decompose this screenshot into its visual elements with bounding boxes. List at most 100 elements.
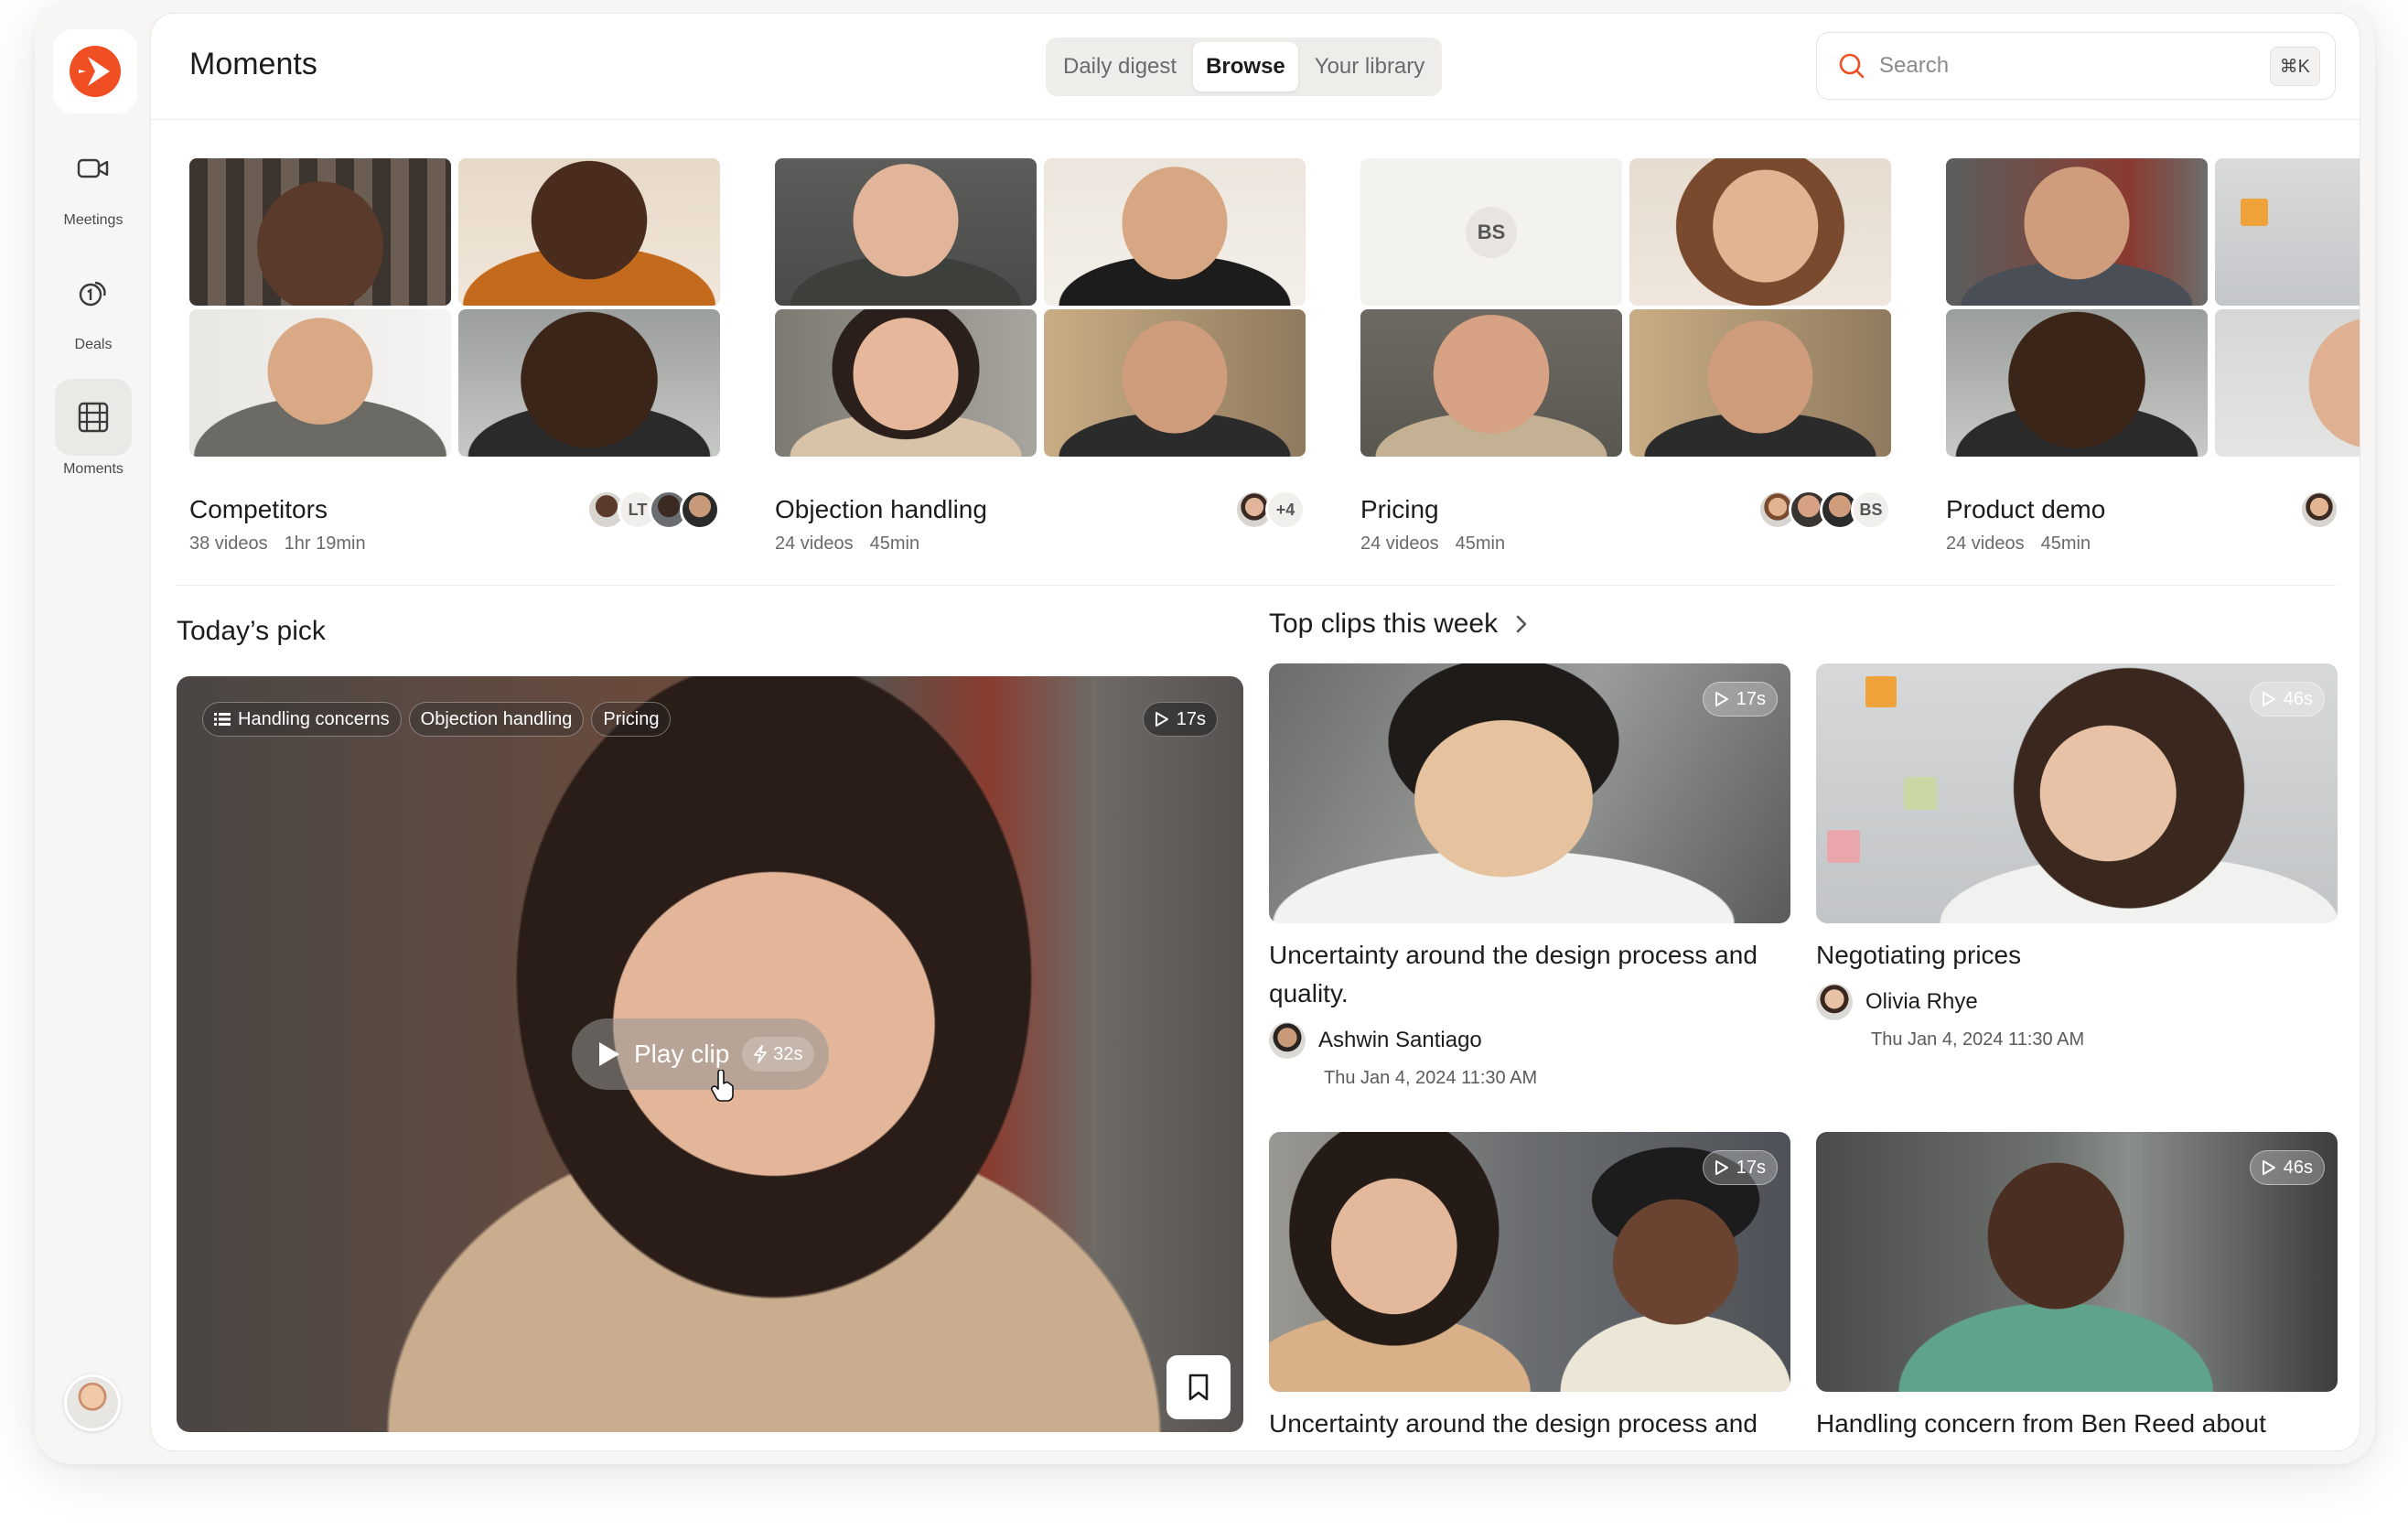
avatar: [680, 490, 720, 530]
nav-meetings[interactable]: Meetings: [48, 130, 139, 229]
logo-icon: [70, 46, 121, 97]
duration-label: 17s: [1736, 688, 1766, 709]
sidebar: Meetings Deals Moments: [35, 2, 150, 1464]
video-thumbnail: [1629, 158, 1891, 306]
clip-card[interactable]: 46s Negotiating prices Olivia Rhye Thu J…: [1816, 663, 2338, 1051]
video-thumbnail: [1360, 309, 1622, 457]
avatar: [1269, 1022, 1306, 1059]
duration-label: 46s: [2283, 688, 2313, 709]
clip-card[interactable]: 17s Uncertainty around the design proces…: [1269, 663, 1790, 1089]
avatar-overflow-count: +4: [1265, 490, 1306, 530]
todays-pick-heading: Today’s pick: [177, 616, 326, 646]
play-clip-button[interactable]: Play clip 32s: [572, 1018, 829, 1090]
video-count: 24 videos: [775, 533, 854, 554]
collection-title: Competitors: [189, 495, 328, 523]
app-logo[interactable]: [53, 29, 137, 113]
video-thumbnail: [1946, 158, 2208, 306]
avatar-stack: [2299, 490, 2339, 530]
bolt-icon: [754, 1045, 768, 1063]
nav-label: Moments: [63, 461, 124, 477]
clip-length: 32s: [773, 1043, 803, 1064]
video-thumbnail: [189, 309, 451, 457]
clip-thumbnail: 17s: [1269, 663, 1790, 923]
play-clip-label: Play clip: [634, 1040, 730, 1068]
clip-title: Handling concern from Ben Reed about: [1816, 1409, 2266, 1438]
tag-list: Handling concerns Objection handling Pri…: [202, 702, 672, 737]
video-thumbnail: [458, 309, 720, 457]
search-shortcut: ⌘K: [2269, 46, 2320, 86]
collection-title: Product demo: [1946, 495, 2106, 523]
bookmark-icon: [1188, 1374, 1209, 1401]
deals-coin-icon: [55, 254, 132, 331]
collection-duration: 45min: [1455, 533, 1506, 554]
clip-author: Olivia Rhye: [1816, 984, 2338, 1020]
author-name: Ashwin Santiago: [1318, 1028, 1482, 1052]
video-thumbnail: [1946, 309, 2208, 457]
clip-date: Thu Jan 4, 2024 11:30 AM: [1324, 1068, 1538, 1088]
initials-avatar: BS: [1466, 206, 1517, 258]
tab-your-library[interactable]: Your library: [1302, 42, 1438, 92]
video-thumbnail-placeholder: BS: [1360, 158, 1622, 306]
clip-card[interactable]: 46s Handling concern from Ben Reed about: [1816, 1132, 2338, 1443]
duration-badge: 17s: [1142, 702, 1218, 737]
video-thumbnail: [1044, 309, 1306, 457]
video-camera-icon: [55, 130, 132, 207]
tag-label: Pricing: [603, 708, 660, 729]
duration-badge: 46s: [2249, 682, 2325, 717]
section-divider: [177, 585, 2336, 586]
sticky-note: [1904, 777, 1937, 810]
user-avatar[interactable]: [64, 1374, 121, 1431]
nav-label: Meetings: [63, 212, 124, 228]
sticky-note: [1865, 676, 1897, 707]
search-input[interactable]: Search ⌘K: [1816, 32, 2336, 100]
video-thumbnail: [1629, 309, 1891, 457]
todays-pick-video[interactable]: Handling concerns Objection handling Pri…: [177, 676, 1243, 1432]
film-grid-icon: [55, 379, 132, 456]
search-placeholder: Search: [1879, 53, 1950, 78]
clip-title: Uncertainty around the design process an…: [1269, 941, 1758, 1007]
play-icon: [2262, 692, 2275, 706]
clip-thumbnail: 17s: [1269, 1132, 1790, 1392]
nav-moments[interactable]: Moments: [48, 379, 139, 478]
tab-browse[interactable]: Browse: [1193, 42, 1298, 92]
clip-card[interactable]: 17s Uncertainty around the design proces…: [1269, 1132, 1790, 1443]
play-icon: [1715, 1160, 1728, 1175]
play-icon: [2262, 1160, 2275, 1175]
avatar-stack: LT: [586, 490, 720, 530]
collection-duration: 45min: [2040, 533, 2091, 554]
avatar: [2299, 490, 2339, 530]
video-thumbnail: [2215, 158, 2360, 306]
collection-duration: 45min: [869, 533, 920, 554]
clip-thumbnail: 46s: [1816, 1132, 2338, 1392]
chevron-right-icon: [1516, 615, 1527, 633]
duration-label: 46s: [2283, 1157, 2313, 1178]
video-count: 24 videos: [1360, 533, 1439, 554]
video-thumbnail: [1044, 158, 1306, 306]
tab-daily-digest[interactable]: Daily digest: [1050, 42, 1189, 92]
avatar-stack: +4: [1234, 490, 1306, 530]
duration-badge: 46s: [2249, 1150, 2325, 1185]
clip-title: Negotiating prices: [1816, 941, 2022, 969]
collection-meta: 38 videos 1hr 19min: [189, 533, 366, 555]
video-count: 38 videos: [189, 533, 268, 554]
tag-label: Objection handling: [420, 708, 573, 729]
collection-meta: 24 videos 45min: [1946, 533, 2091, 555]
list-icon: [214, 713, 231, 726]
tag-chip[interactable]: Pricing: [591, 702, 672, 737]
tag-chip[interactable]: Objection handling: [408, 702, 585, 737]
nav-deals[interactable]: Deals: [48, 254, 139, 353]
bookmark-button[interactable]: [1166, 1355, 1231, 1419]
tag-chip[interactable]: Handling concerns: [202, 702, 402, 737]
hand-cursor-icon: [711, 1070, 734, 1102]
clip-date: Thu Jan 4, 2024 11:30 AM: [1871, 1029, 2085, 1050]
sticky-note: [2241, 199, 2268, 226]
duration-badge: 17s: [1702, 682, 1778, 717]
top-clips-header[interactable]: Top clips this week: [1269, 609, 1529, 640]
collections: Competitors 38 videos 1hr 19min LT Object…: [189, 158, 2360, 561]
video-count: 24 videos: [1946, 533, 2025, 554]
video-thumbnail: [2215, 309, 2360, 457]
author-name: Olivia Rhye: [1865, 989, 1978, 1014]
collection-title: Objection handling: [775, 495, 987, 523]
collection-title: Pricing: [1360, 495, 1439, 523]
tag-label: Handling concerns: [238, 708, 390, 729]
